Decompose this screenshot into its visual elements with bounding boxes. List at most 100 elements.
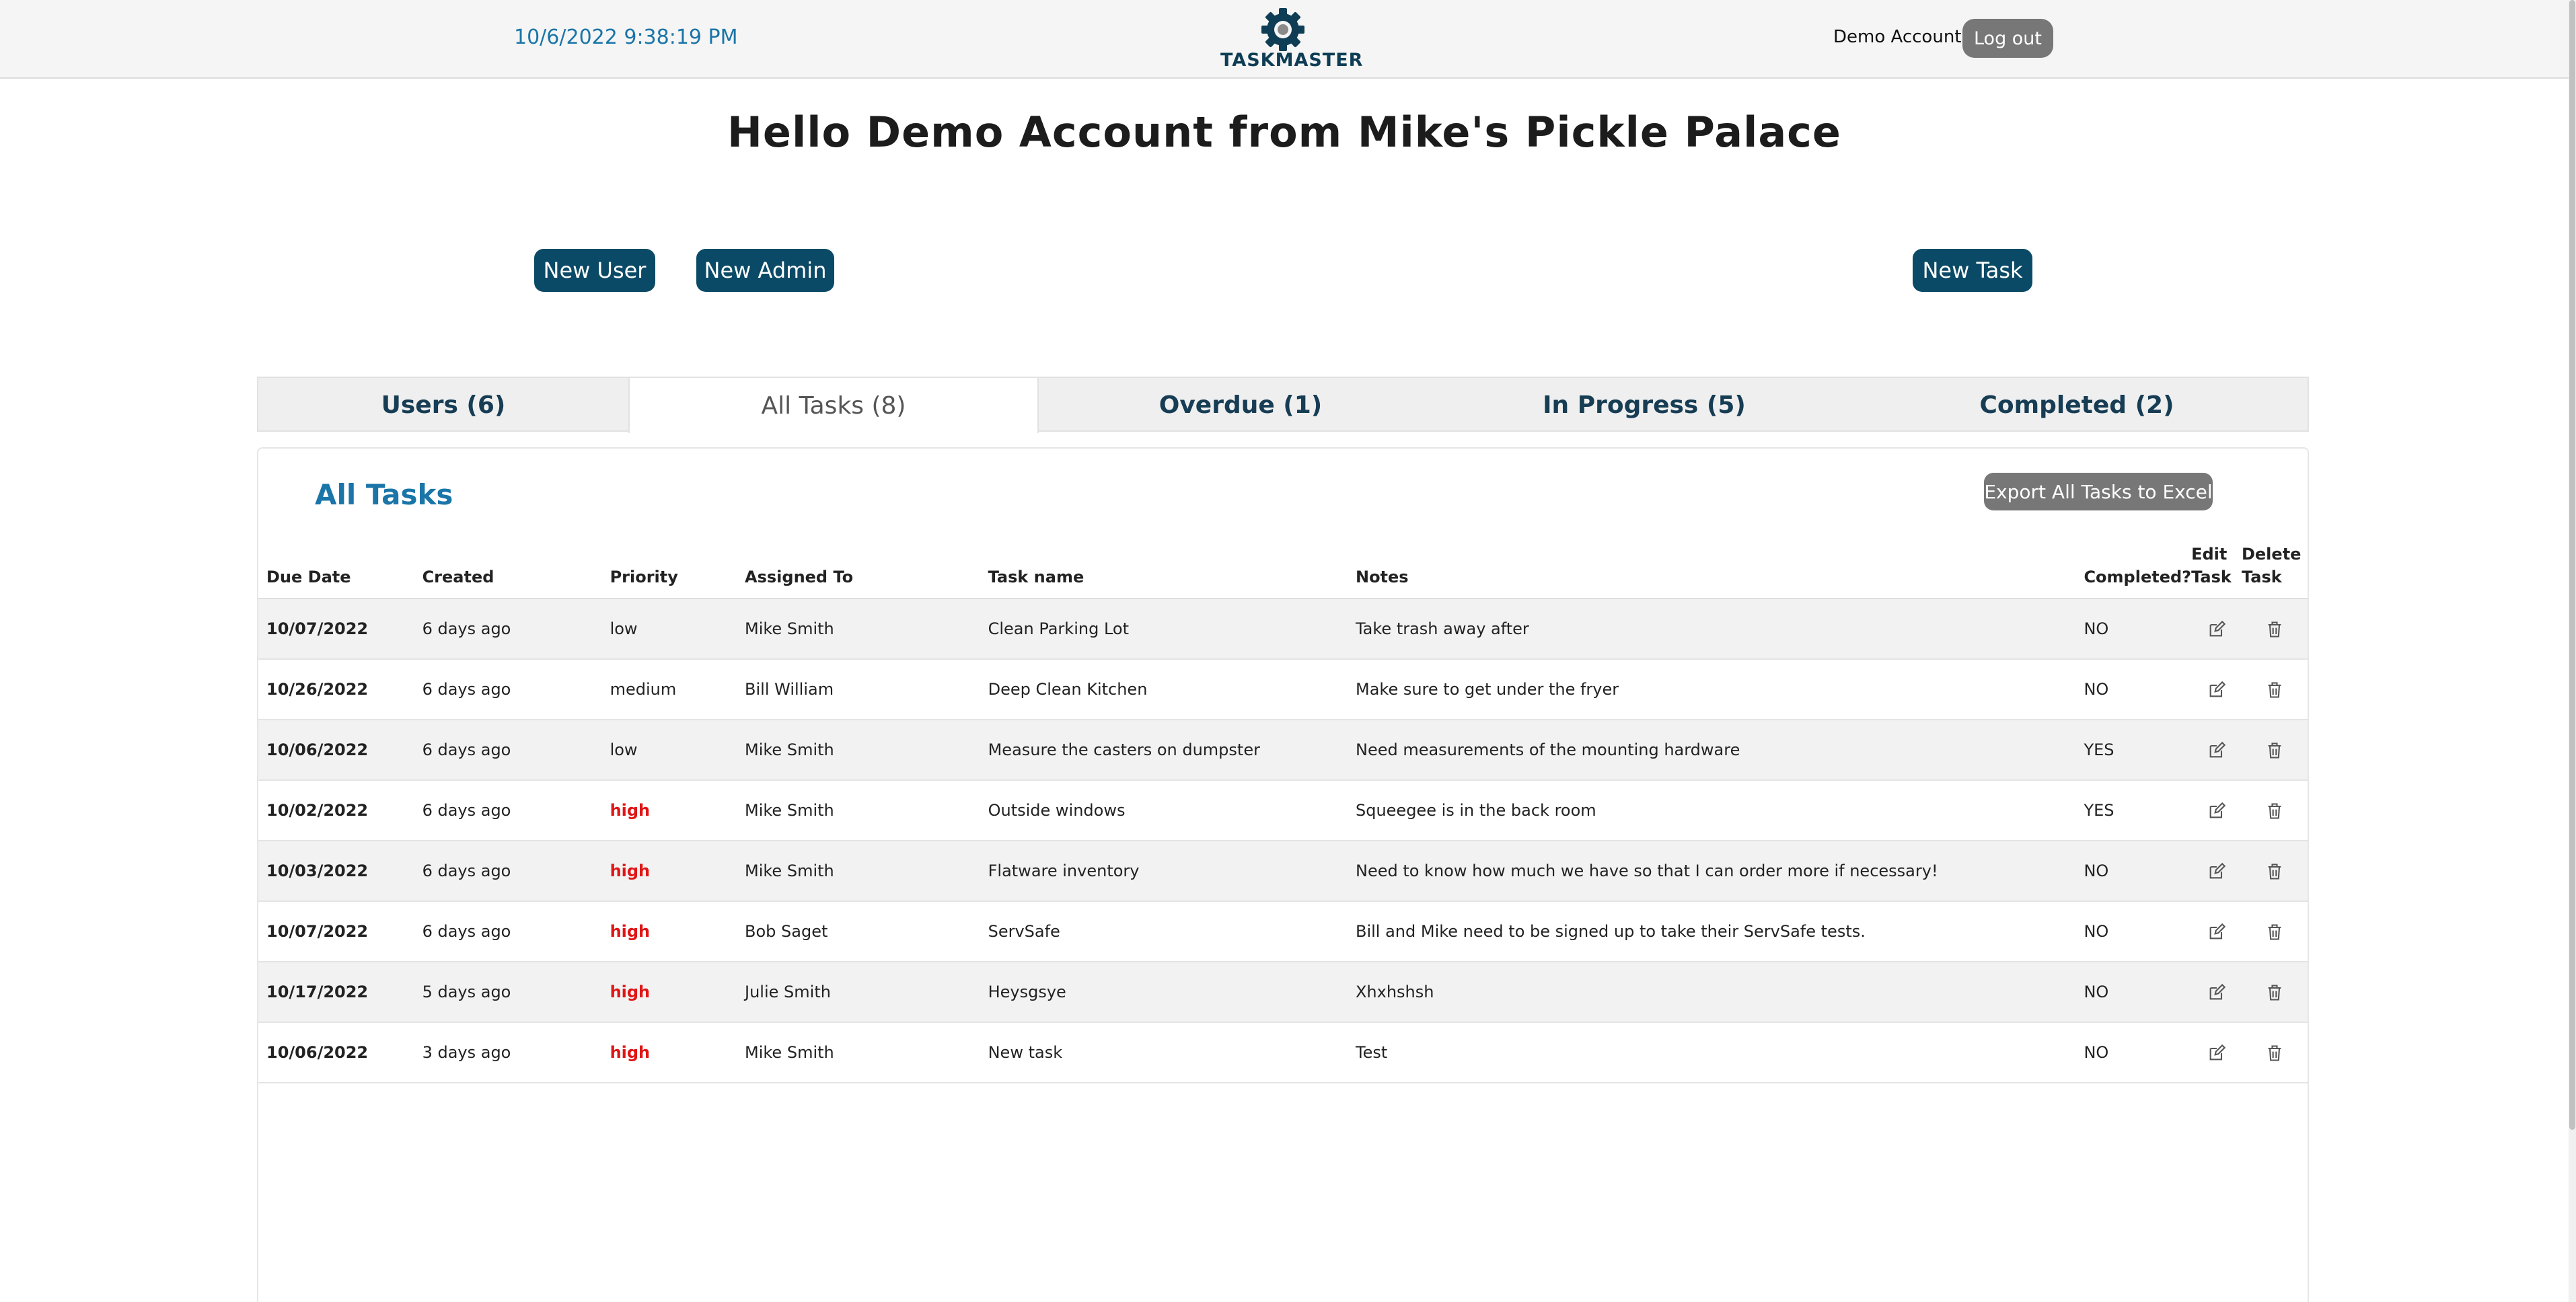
column-header-priority[interactable]: Priority [601, 543, 737, 599]
table-row[interactable]: 10/07/2022 6 days ago high Bob Saget Ser… [258, 901, 2308, 962]
logo[interactable]: TASKMASTER [1220, 7, 1364, 74]
completed-cell: NO [2075, 659, 2192, 720]
task-name-cell: New task [980, 1022, 1348, 1083]
column-header-assigned-to[interactable]: Assigned To [737, 543, 980, 599]
table-body: 10/07/2022 6 days ago low Mike Smith Cle… [258, 599, 2308, 1083]
tab-all-tasks[interactable]: All Tasks (8) [628, 378, 1039, 433]
table-row[interactable]: 10/03/2022 6 days ago high Mike Smith Fl… [258, 841, 2308, 902]
column-header-task-name[interactable]: Task name [980, 543, 1348, 599]
column-header-notes[interactable]: Notes [1347, 543, 2076, 599]
delete-cell [2241, 599, 2308, 660]
edit-icon[interactable] [2207, 983, 2226, 1002]
priority-cell: low [601, 720, 737, 781]
column-header-due-date[interactable]: Due Date [258, 543, 414, 599]
assigned-to-cell: Mike Smith [737, 599, 980, 660]
tab-overdue[interactable]: Overdue (1) [1039, 378, 1442, 432]
edit-icon[interactable] [2207, 802, 2226, 820]
due-date-cell: 10/26/2022 [258, 659, 414, 720]
edit-cell [2191, 1022, 2242, 1083]
scrollbar-thumb[interactable] [2569, 0, 2575, 1130]
task-name-cell: Clean Parking Lot [980, 599, 1348, 660]
priority-cell: high [601, 841, 737, 902]
delete-cell [2241, 841, 2308, 902]
priority-cell: high [601, 780, 737, 841]
table-row[interactable]: 10/06/2022 3 days ago high Mike Smith Ne… [258, 1022, 2308, 1083]
trash-icon[interactable] [2265, 923, 2284, 942]
assigned-to-cell: Mike Smith [737, 780, 980, 841]
edit-icon[interactable] [2207, 862, 2226, 881]
completed-cell: YES [2075, 780, 2192, 841]
new-admin-button[interactable]: New Admin [696, 249, 834, 292]
notes-cell: Take trash away after [1347, 599, 2076, 660]
due-date-cell: 10/07/2022 [258, 901, 414, 962]
priority-cell: high [601, 901, 737, 962]
trash-icon[interactable] [2265, 741, 2284, 760]
created-cell: 6 days ago [414, 599, 602, 660]
column-header-edit: Edit Task [2191, 543, 2242, 599]
tab-in-progress[interactable]: In Progress (5) [1442, 378, 1846, 432]
table-row[interactable]: 10/06/2022 6 days ago low Mike Smith Mea… [258, 720, 2308, 781]
task-name-cell: Flatware inventory [980, 841, 1348, 902]
due-date-cell: 10/03/2022 [258, 841, 414, 902]
trash-icon[interactable] [2265, 1044, 2284, 1063]
due-date-cell: 10/06/2022 [258, 1022, 414, 1083]
edit-cell [2191, 841, 2242, 902]
trash-icon[interactable] [2265, 802, 2284, 820]
task-name-cell: ServSafe [980, 901, 1348, 962]
edit-icon[interactable] [2207, 741, 2226, 760]
column-header-completed[interactable]: Completed? [2075, 543, 2192, 599]
completed-cell: NO [2075, 841, 2192, 902]
task-name-cell: Outside windows [980, 780, 1348, 841]
tab-users[interactable]: Users (6) [258, 378, 628, 432]
edit-icon[interactable] [2207, 923, 2226, 942]
edit-cell [2191, 901, 2242, 962]
column-header-delete: Delete Task [2241, 543, 2308, 599]
edit-cell [2191, 659, 2242, 720]
created-cell: 6 days ago [414, 841, 602, 902]
logo-text: TASKMASTER [1220, 50, 1364, 71]
assigned-to-cell: Bill William [737, 659, 980, 720]
priority-cell: high [601, 1022, 737, 1083]
logout-button[interactable]: Log out [1962, 19, 2053, 58]
page: 10/6/2022 9:38:19 PM TASKMASTER Demo Acc… [0, 0, 2576, 1302]
created-cell: 6 days ago [414, 659, 602, 720]
new-user-button[interactable]: New User [534, 249, 655, 292]
table-row[interactable]: 10/17/2022 5 days ago high Julie Smith H… [258, 962, 2308, 1023]
column-header-created[interactable]: Created [414, 543, 602, 599]
trash-icon[interactable] [2265, 681, 2284, 699]
completed-cell: NO [2075, 901, 2192, 962]
tab-bar: Users (6) All Tasks (8) Overdue (1) In P… [257, 377, 2309, 433]
created-cell: 6 days ago [414, 780, 602, 841]
table-header-row: Due Date Created Priority Assigned To Ta… [258, 543, 2308, 599]
notes-cell: Bill and Mike need to be signed up to ta… [1347, 901, 2076, 962]
panel-title: All Tasks [315, 478, 453, 511]
export-excel-button[interactable]: Export All Tasks to Excel [1984, 473, 2213, 510]
new-task-button[interactable]: New Task [1913, 249, 2032, 292]
priority-cell: medium [601, 659, 737, 720]
trash-icon[interactable] [2265, 983, 2284, 1002]
edit-icon[interactable] [2207, 620, 2226, 639]
edit-icon[interactable] [2207, 681, 2226, 699]
delete-cell [2241, 901, 2308, 962]
gear-icon [1261, 8, 1304, 51]
tasks-table: Due Date Created Priority Assigned To Ta… [258, 543, 2308, 1083]
account-name: Demo Account [1833, 27, 1962, 47]
assigned-to-cell: Mike Smith [737, 1022, 980, 1083]
notes-cell: Need to know how much we have so that I … [1347, 841, 2076, 902]
delete-cell [2241, 780, 2308, 841]
table-row[interactable]: 10/26/2022 6 days ago medium Bill Willia… [258, 659, 2308, 720]
table-row[interactable]: 10/07/2022 6 days ago low Mike Smith Cle… [258, 599, 2308, 660]
tab-completed[interactable]: Completed (2) [1846, 378, 2308, 432]
assigned-to-cell: Mike Smith [737, 841, 980, 902]
task-name-cell: Heysgsye [980, 962, 1348, 1023]
priority-cell: high [601, 962, 737, 1023]
trash-icon[interactable] [2265, 862, 2284, 881]
delete-cell [2241, 659, 2308, 720]
notes-cell: Xhxhshsh [1347, 962, 2076, 1023]
edit-icon[interactable] [2207, 1044, 2226, 1063]
assigned-to-cell: Bob Saget [737, 901, 980, 962]
notes-cell: Make sure to get under the fryer [1347, 659, 2076, 720]
due-date-cell: 10/02/2022 [258, 780, 414, 841]
table-row[interactable]: 10/02/2022 6 days ago high Mike Smith Ou… [258, 780, 2308, 841]
trash-icon[interactable] [2265, 620, 2284, 639]
